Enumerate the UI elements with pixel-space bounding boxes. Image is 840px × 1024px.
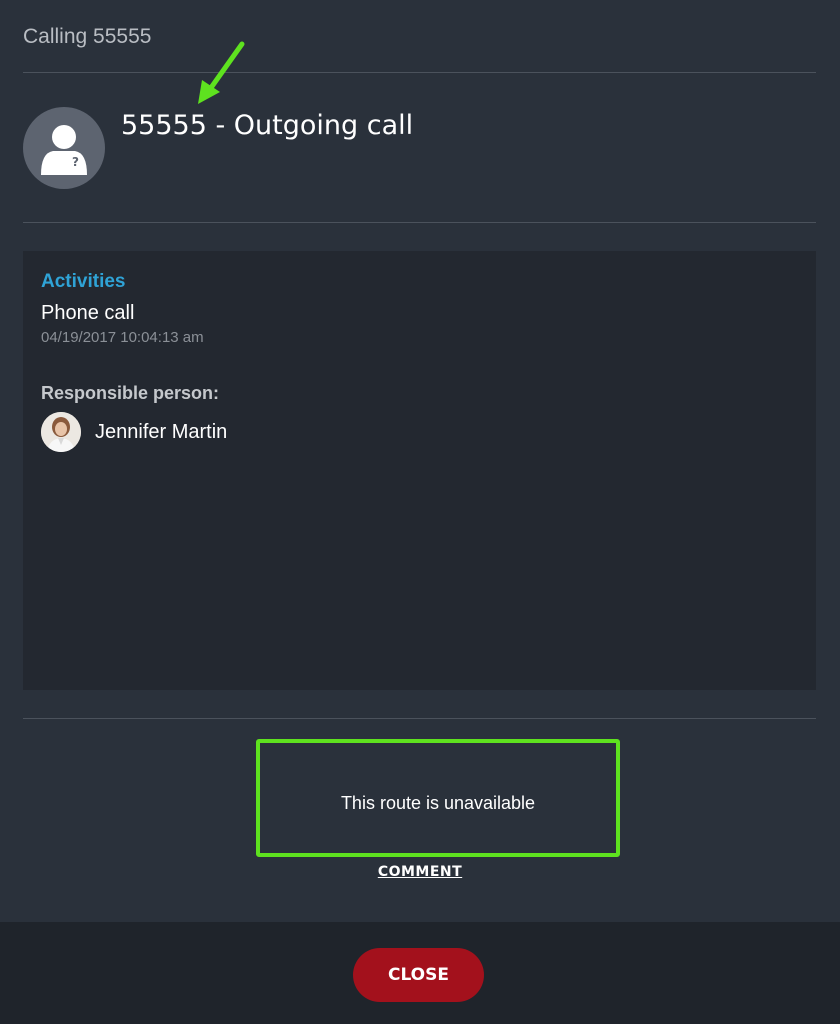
activity-timestamp: 04/19/2017 10:04:13 am [41, 329, 204, 346]
svg-text:?: ? [72, 155, 79, 169]
call-window: Calling 55555 ? 55555 - Outgoing call Ac… [0, 0, 840, 1024]
comment-link-row: COMMENT [0, 863, 840, 881]
annotation-arrow-icon [198, 41, 245, 104]
unknown-person-icon: ? [23, 107, 105, 189]
activities-heading: Activities [41, 271, 126, 292]
route-status-box: This route is unavailable [256, 739, 620, 857]
responsible-person-label: Responsible person: [41, 383, 220, 403]
header-divider [23, 72, 816, 73]
activities-panel: Activities Phone call 04/19/2017 10:04:1… [23, 251, 816, 690]
caller-divider [23, 222, 816, 223]
window-title: Calling 55555 [23, 25, 152, 48]
caller-title: 55555 - Outgoing call [121, 110, 414, 141]
comment-link[interactable]: COMMENT [378, 864, 462, 880]
route-status-text: This route is unavailable [340, 793, 536, 813]
activity-name: Phone call [41, 302, 135, 324]
person-avatar [41, 412, 81, 452]
route-divider [23, 718, 816, 719]
close-button[interactable]: CLOSE [353, 948, 484, 1002]
footer-bar: CLOSE [0, 922, 840, 1024]
responsible-person-name: Jennifer Martin [95, 421, 228, 443]
